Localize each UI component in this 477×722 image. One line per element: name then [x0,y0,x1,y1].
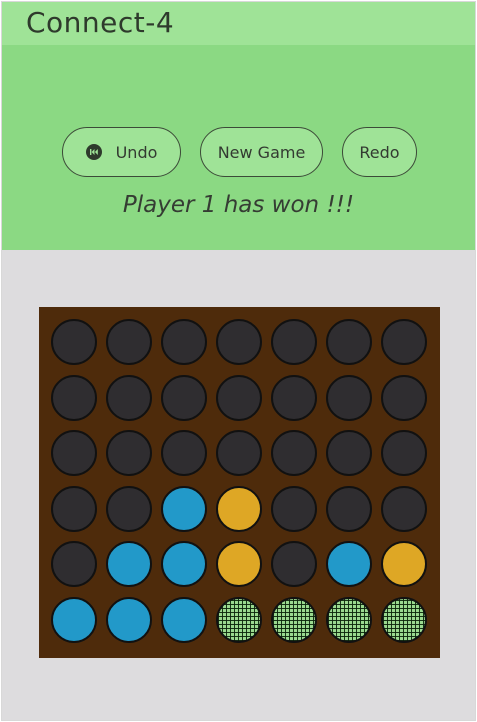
empty-slot[interactable] [271,541,317,587]
new-game-label: New Game [217,142,306,162]
game-status-message: Player 1 has won !!! [122,192,355,218]
empty-slot[interactable] [51,319,97,365]
player2-disc[interactable] [216,485,262,532]
player1-disc[interactable] [161,541,207,587]
title-bar: Connect-4 [2,2,475,45]
empty-slot[interactable] [51,430,97,476]
empty-slot[interactable] [381,319,427,365]
empty-slot[interactable] [271,374,317,421]
empty-slot[interactable] [326,430,372,476]
empty-slot[interactable] [381,374,427,421]
undo-button[interactable]: Undo [62,127,181,177]
new-game-button[interactable]: New Game [200,127,323,177]
empty-slot[interactable] [106,374,152,421]
empty-slot[interactable] [381,485,427,532]
player2-disc[interactable] [381,541,427,587]
redo-button[interactable]: Redo [342,127,417,177]
empty-slot[interactable] [381,430,427,476]
empty-slot[interactable] [51,541,97,587]
player1-disc[interactable] [51,596,97,643]
app-window: Connect-4 Undo New Game Redo Player 1 ha… [1,1,476,721]
winning-disc[interactable] [271,596,317,643]
empty-slot[interactable] [326,485,372,532]
player1-disc[interactable] [161,485,207,532]
winning-disc[interactable] [216,596,262,643]
empty-slot[interactable] [106,430,152,476]
winning-disc[interactable] [326,596,372,643]
empty-slot[interactable] [271,319,317,365]
empty-slot[interactable] [106,319,152,365]
game-board [39,307,440,658]
undo-label: Undo [115,142,158,162]
empty-slot[interactable] [161,319,207,365]
empty-slot[interactable] [216,374,262,421]
empty-slot[interactable] [271,485,317,532]
empty-slot[interactable] [216,430,262,476]
player1-disc[interactable] [106,596,152,643]
empty-slot[interactable] [51,374,97,421]
header-panel: Connect-4 Undo New Game Redo Player 1 ha… [2,2,475,250]
player1-disc[interactable] [106,541,152,587]
empty-slot[interactable] [51,485,97,532]
player1-disc[interactable] [326,541,372,587]
empty-slot[interactable] [106,485,152,532]
app-title: Connect-4 [26,6,175,39]
player1-disc[interactable] [161,596,207,643]
empty-slot[interactable] [326,319,372,365]
player2-disc[interactable] [216,541,262,587]
empty-slot[interactable] [161,374,207,421]
empty-slot[interactable] [271,430,317,476]
winning-disc[interactable] [381,596,427,643]
empty-slot[interactable] [216,319,262,365]
rewind-icon [85,144,102,160]
empty-slot[interactable] [161,430,207,476]
redo-label: Redo [359,142,400,162]
empty-slot[interactable] [326,374,372,421]
